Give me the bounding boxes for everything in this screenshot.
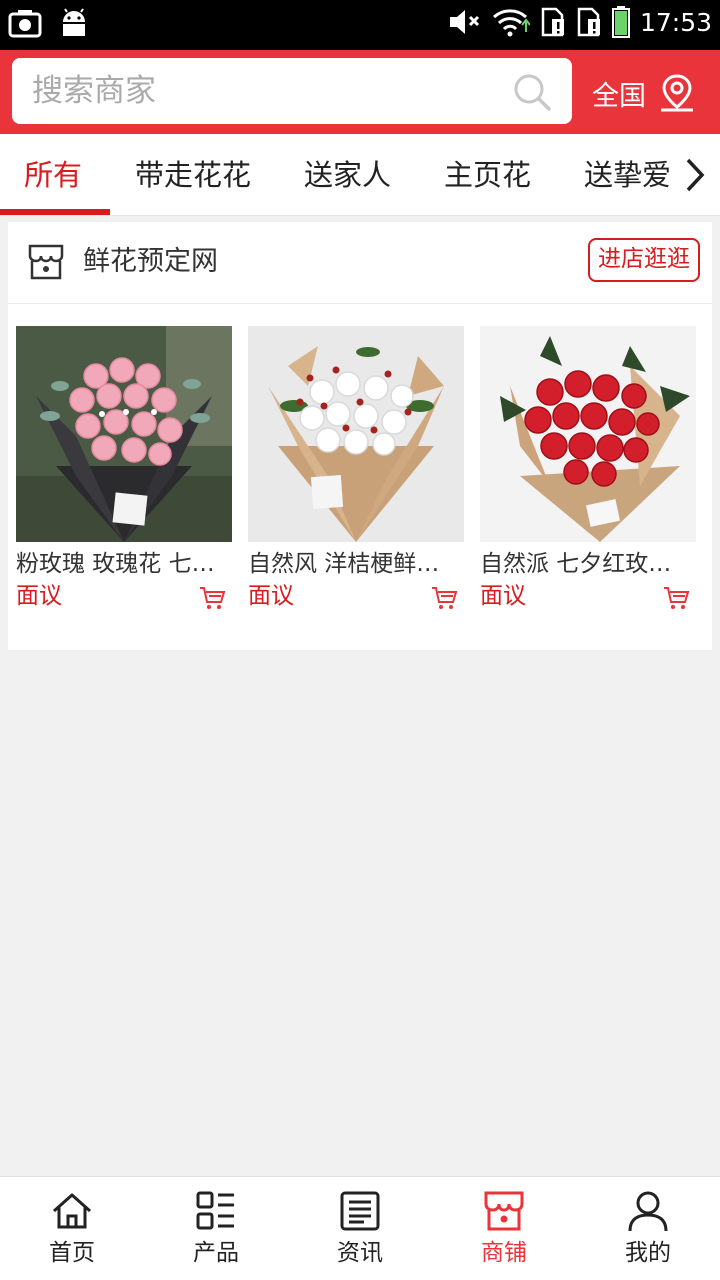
product-price: 面议 [480,583,526,609]
sim1-icon [541,7,564,37]
nav-label: 商铺 [481,1240,527,1266]
product-card[interactable]: 自然派 七夕红玫… 面议 [480,326,696,616]
tab-active-indicator [0,209,110,215]
sim2-icon [577,7,600,37]
nav-label: 我的 [625,1240,671,1266]
visit-store-button[interactable]: 进店逛逛 [588,238,700,282]
product-list: 粉玫瑰 玫瑰花 七… 面议 自然风 洋桔梗鲜… 面议 自然派 七夕红玫… 面议 [16,326,706,626]
product-price: 面议 [16,583,62,609]
wifi-icon [492,9,530,37]
news-icon [340,1191,380,1231]
home-icon [53,1193,91,1229]
tab-take-away-flowers[interactable]: 带走花花 [135,134,251,215]
product-title[interactable]: 粉玫瑰 玫瑰花 七… [16,548,232,580]
tab-homepage-flowers[interactable]: 主页花 [444,134,531,215]
search-icon[interactable] [512,72,552,112]
product-image-pink-roses[interactable] [16,326,232,542]
screenshot-icon [8,10,42,38]
header-bar: 全国 [0,50,720,134]
product-grid-icon [196,1191,234,1230]
nav-label: 首页 [49,1240,95,1266]
user-icon [628,1191,668,1232]
nav-label: 产品 [193,1240,239,1266]
nav-news[interactable]: 资讯 [288,1177,432,1280]
product-image-red-roses[interactable] [480,326,696,542]
search-box[interactable] [12,58,572,124]
cart-icon[interactable] [430,584,458,612]
cart-icon[interactable] [198,584,226,612]
nav-home[interactable]: 首页 [0,1177,144,1280]
status-left-icons [8,8,88,40]
cart-icon[interactable] [662,584,690,612]
volume-mute-icon [449,10,480,34]
product-title[interactable]: 自然派 七夕红玫… [480,548,696,580]
nav-products[interactable]: 产品 [144,1177,288,1280]
shop-header: 鲜花预定网 进店逛逛 [8,222,712,304]
category-tabs: 所有 带走花花 送家人 主页花 送挚爱 [0,134,720,216]
status-bar: 17:53 [0,0,720,50]
nav-stores[interactable]: 商铺 [432,1177,576,1280]
region-label: 全国 [592,80,646,112]
search-input[interactable] [32,68,502,114]
product-card[interactable]: 自然风 洋桔梗鲜… 面议 [248,326,464,616]
android-icon [63,8,85,36]
product-card[interactable]: 粉玫瑰 玫瑰花 七… 面议 [16,326,232,616]
store-icon [28,244,64,280]
nav-label: 资讯 [337,1240,383,1266]
chevron-right-icon [686,158,705,192]
nav-mine[interactable]: 我的 [576,1177,720,1280]
bottom-nav: 首页 产品 资讯 商铺 我的 [0,1176,720,1280]
location-pin-icon [661,74,693,112]
product-image-white-eustoma[interactable] [248,326,464,542]
status-clock: 17:53 [639,7,712,37]
battery-icon [611,6,630,38]
shop-name[interactable]: 鲜花预定网 [83,242,218,282]
tab-for-beloved[interactable]: 送挚爱 [584,134,671,215]
product-price: 面议 [248,583,294,609]
store-icon [484,1191,524,1231]
tab-for-family[interactable]: 送家人 [304,134,391,215]
tab-all[interactable]: 所有 [24,134,82,215]
tabs-scroll-right[interactable] [670,134,720,215]
region-selector[interactable]: 全国 [592,68,696,118]
status-right-icons: 17:53 [448,6,712,38]
shop-card: 鲜花预定网 进店逛逛 粉玫瑰 玫瑰花 七… 面议 自然风 洋桔梗鲜… 面议 自然… [8,222,712,650]
product-title[interactable]: 自然风 洋桔梗鲜… [248,548,464,580]
